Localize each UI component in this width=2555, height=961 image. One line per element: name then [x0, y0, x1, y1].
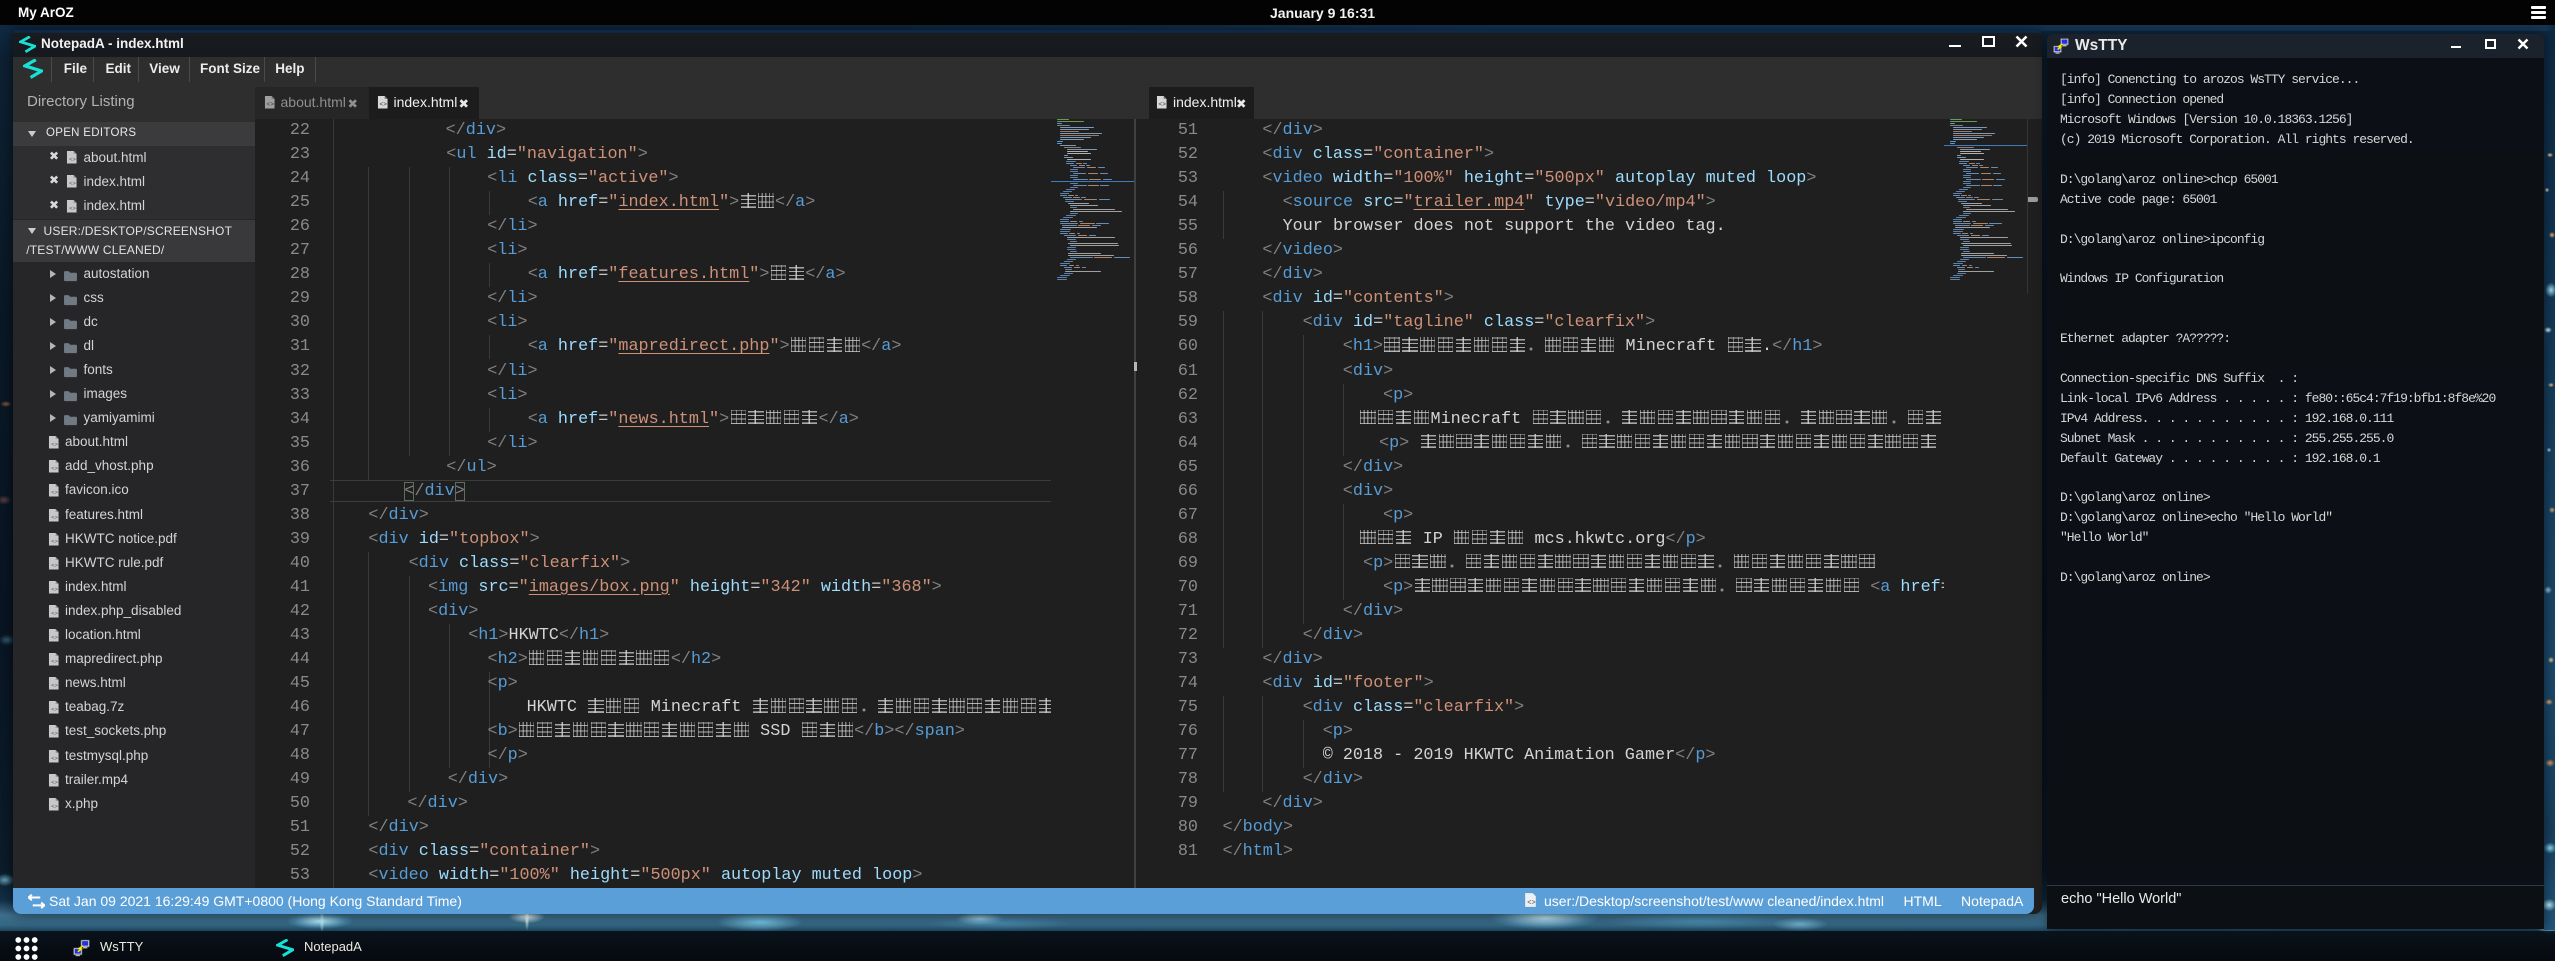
svg-text:<>: <> [51, 513, 58, 520]
svg-text:<>: <> [51, 562, 58, 569]
svg-text:<>: <> [51, 489, 58, 496]
svg-text:<>: <> [51, 465, 58, 472]
svg-text:<>: <> [51, 803, 58, 810]
svg-text:<>: <> [1527, 899, 1535, 907]
svg-text:<>: <> [51, 754, 58, 761]
svg-text:<>: <> [69, 180, 76, 187]
svg-text:<>: <> [51, 682, 58, 689]
svg-text:<>: <> [379, 101, 387, 108]
svg-text:<>: <> [69, 205, 76, 212]
svg-text:<>: <> [51, 658, 58, 665]
svg-text:<>: <> [51, 441, 58, 448]
svg-text:<>: <> [51, 538, 58, 545]
svg-text:<>: <> [266, 101, 274, 108]
svg-text:<>: <> [51, 730, 58, 737]
svg-text:<>: <> [51, 779, 58, 786]
svg-text:<>: <> [51, 634, 58, 641]
svg-text:<>: <> [51, 586, 58, 593]
svg-text:<>: <> [51, 706, 58, 713]
svg-text:<>: <> [69, 156, 76, 163]
svg-text:<>: <> [51, 610, 58, 617]
svg-text:<>: <> [1158, 101, 1166, 108]
